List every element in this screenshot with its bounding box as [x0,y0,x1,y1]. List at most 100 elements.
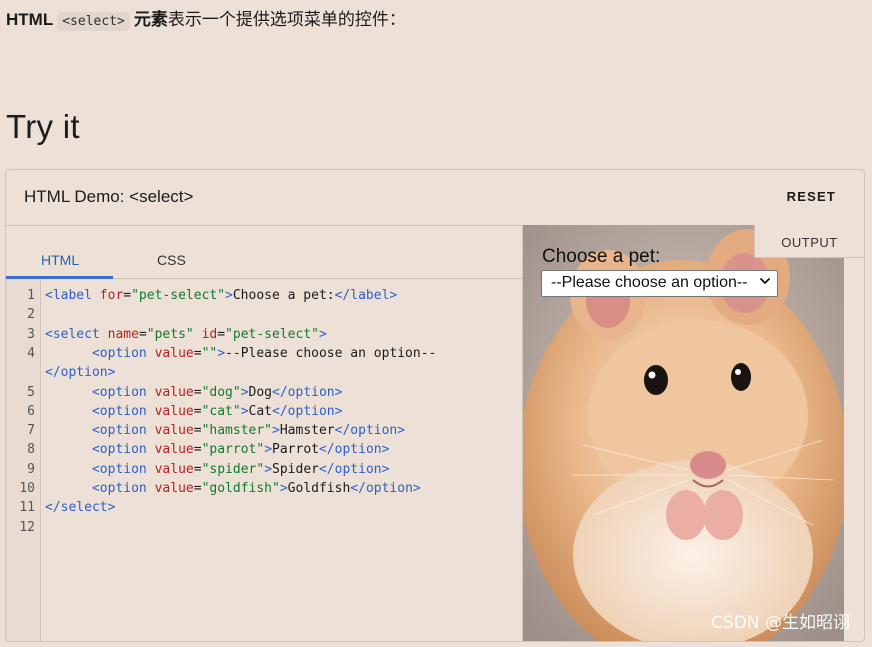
code-token: "goldfish" [201,481,280,496]
code-token: <option [91,461,155,477]
tab-css[interactable]: CSS [157,252,186,268]
code-line: <label for="pet-select">Choose a pet:</l… [45,286,397,305]
code-token: id [201,326,218,342]
code-token: "pets" [146,326,194,342]
code-token: = [123,288,132,303]
code-line: <option value="goldfish">Goldfish</optio… [45,479,421,498]
code-token: = [193,403,202,419]
code-token: </label> [334,288,398,303]
code-token: </option> [318,442,390,458]
code-token: "" [201,345,218,361]
code-line: </option> [45,363,115,382]
code-token: <option [91,403,155,419]
intro-rest: 表示一个提供选项菜单的控件： [167,10,406,29]
code-token: value [154,345,194,361]
code-token: = [193,461,202,477]
code-token: = [193,442,202,458]
code-line: <select name="pets" id="pet-select"> [45,325,327,344]
line-number: 5 [27,384,35,400]
code-token: = [217,326,226,342]
code-area[interactable]: 1 2 3 4 5 6 7 8 9 10 11 12 <label for="pet-select">… [6,279,522,641]
line-number-gutter: 1 2 3 4 5 6 7 8 9 10 11 12 [6,279,41,641]
editor-tabs: HTML CSS [6,225,522,279]
line-number: 3 [27,326,35,342]
pet-select-dropdown[interactable]: --Please choose an option-- [541,270,778,297]
code-token: > [318,326,327,342]
code-token: Hamster [279,423,335,439]
line-number: 10 [19,481,35,496]
code-line: <option value="">--Please choose an opti… [45,344,436,363]
line-number: 4 [27,345,35,361]
line-number: 6 [27,403,35,419]
code-token: = [193,345,202,361]
code-token: value [154,403,194,419]
pet-select-value: --Please choose an option-- [551,274,748,291]
code-token: value [154,384,194,400]
code-token: "cat" [201,403,241,419]
code-token: for [99,288,124,303]
code-token: --Please choose an option-- [225,345,437,361]
code-token: Cat [248,403,273,419]
demo-title: HTML Demo: <select> [24,187,194,206]
code-token: name [107,326,139,342]
code-token: <option [91,384,155,400]
line-number: 9 [27,461,35,477]
line-number: 1 [27,288,35,303]
line-number: 2 [27,307,35,323]
code-token: </option> [334,423,406,439]
code-token: > [264,442,273,458]
code-token: "dog" [201,384,241,400]
code-token: > [272,423,280,439]
code-token: "pet-select" [225,326,319,342]
code-token: </select> [45,500,116,516]
code-token: </option> [350,481,421,496]
code-line: <option value="dog">Dog</option> [45,383,343,402]
code-token: </option> [45,365,116,381]
code-token: = [138,326,147,342]
output-panel: OUTPUT Choose a pet: --Please choose an … [523,225,864,641]
code-line: <option value="hamster">Hamster</option> [45,421,405,440]
code-token: </option> [272,384,343,400]
output-tab[interactable]: OUTPUT [754,225,864,258]
code-token: = [193,384,202,400]
interactive-demo: HTML Demo: <select> RESET HTML CSS 12345… [5,169,865,642]
line-number: 7 [27,423,35,439]
code-token: </option> [318,461,390,477]
pet-select-label: Choose a pet: [542,246,661,267]
code-token: "hamster" [201,423,273,439]
code-token: Goldfish [287,481,351,496]
watermark: CSDN @生如昭诩 [711,613,850,633]
code-token: value [154,461,194,477]
code-line: </select> [45,498,115,517]
tab-html[interactable]: HTML [41,252,79,268]
code-token: value [154,481,194,496]
code-token: value [154,442,194,458]
code-token: Choose a pet: [232,288,335,303]
code-line: <option value="cat">Cat</option> [45,402,343,421]
intro-text: HTML <select> 元素表示一个提供选项菜单的控件： [6,9,406,33]
code-token: > [240,403,249,419]
line-number: 8 [27,442,35,458]
code-token: </option> [272,403,343,419]
reset-button[interactable]: RESET [787,189,836,204]
code-token: > [264,461,273,477]
line-number: 12 [19,519,35,535]
code-token: > [279,481,288,496]
code-token: <option [91,481,155,496]
code-token: value [154,423,194,439]
code-line: <option value="parrot">Parrot</option> [45,440,389,459]
code-token: Parrot [272,442,319,458]
code-line: <option value="spider">Spider</option> [45,460,389,479]
code-token: = [193,481,202,496]
code-token: "spider" [201,461,265,477]
code-token: <option [91,423,155,439]
code-token: <label [45,288,100,303]
demo-header: HTML Demo: <select> RESET [6,170,864,226]
